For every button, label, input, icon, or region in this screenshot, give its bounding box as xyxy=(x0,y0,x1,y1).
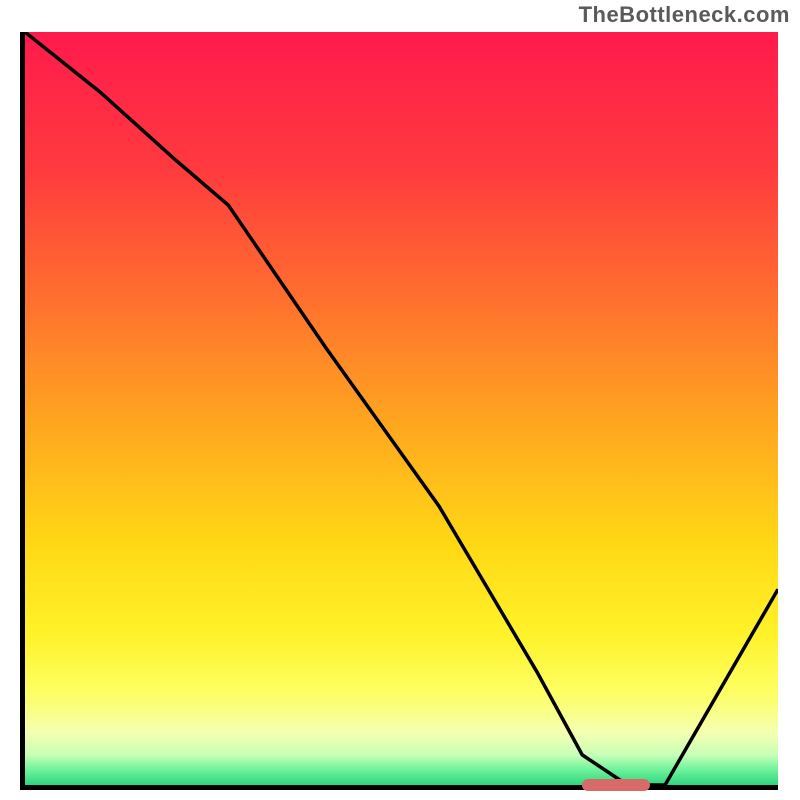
curve-svg xyxy=(25,32,778,785)
curve-path xyxy=(25,32,778,785)
watermark-text: TheBottleneck.com xyxy=(579,2,790,28)
chart-container: TheBottleneck.com xyxy=(0,0,800,800)
plot-area xyxy=(20,32,778,790)
optimum-marker xyxy=(582,779,650,791)
